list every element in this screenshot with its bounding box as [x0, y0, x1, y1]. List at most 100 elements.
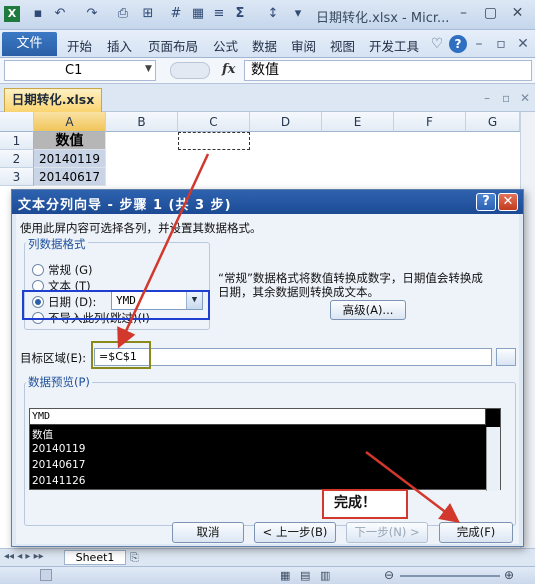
close-icon[interactable]: ✕ [504, 3, 531, 23]
select-all-corner[interactable] [0, 112, 34, 132]
window-minimize-icon[interactable]: – [484, 91, 490, 105]
number-icon[interactable]: # [168, 6, 184, 22]
destination-label: 目标区域(E): [20, 351, 87, 365]
zoom-slider[interactable] [400, 575, 500, 577]
column-header-e[interactable]: E [322, 112, 394, 132]
border-icon[interactable]: ⊞ [140, 6, 156, 22]
workbook-tab-strip: 日期转化.xlsx – ▫ ✕ [0, 84, 535, 112]
customize-icon[interactable]: ▾ [290, 6, 306, 22]
tab-developer[interactable]: 开发工具 [369, 36, 419, 55]
radio-general[interactable] [32, 264, 44, 276]
app-title: 日期转化.xlsx - Micr... [316, 11, 450, 26]
column-header-b[interactable]: B [106, 112, 178, 132]
ribbon-tabs: 文件 开始 插入 页面布局 公式 数据 审阅 视图 开发工具 ♡ ? – ▫ ✕ [0, 30, 535, 58]
column-header-d[interactable]: D [250, 112, 322, 132]
name-box[interactable]: C1 [4, 60, 156, 81]
column-header-a[interactable]: A [34, 112, 106, 132]
function-icon[interactable]: fx [222, 62, 235, 77]
page-layout-view-icon[interactable]: ▤ [300, 569, 310, 582]
preview-row: 20140119 [32, 443, 86, 455]
maximize-icon[interactable]: ▢ [477, 3, 504, 23]
preview-vertical-scrollbar[interactable] [486, 427, 500, 491]
row-header-2[interactable]: 2 [0, 150, 34, 168]
preview-row: 数值 [32, 429, 53, 441]
formula-input[interactable]: 数值 [244, 60, 532, 81]
text-to-columns-dialog: 文本分列向导 - 步骤 1 (共 3 步) ? ✕ 使用此屏内容可选择各列，并设… [11, 189, 524, 547]
cell-a3[interactable]: 20140617 [34, 168, 106, 186]
column-header-f[interactable]: F [394, 112, 466, 132]
insert-sheet-icon[interactable]: ⎘ [130, 551, 139, 565]
print-preview-icon[interactable]: ⎙ [115, 6, 131, 22]
ribbon-close-icon[interactable]: ✕ [514, 35, 532, 53]
tab-view[interactable]: 视图 [330, 36, 355, 55]
finish-button[interactable]: 完成(F) [439, 522, 513, 543]
preview-row: 20141126 [32, 475, 86, 487]
cell-a1[interactable]: 数值 [34, 132, 106, 150]
advanced-button[interactable]: 高级(A)... [330, 300, 406, 320]
macro-record-icon[interactable] [40, 569, 52, 581]
dialog-instruction: 使用此屏内容可选择各列，并设置其数据格式。 [20, 221, 262, 235]
tab-insert[interactable]: 插入 [107, 36, 132, 55]
chevron-down-icon[interactable]: ▼ [145, 64, 152, 74]
expand-formula-icon[interactable] [170, 62, 210, 79]
cancel-button[interactable]: 取消 [172, 522, 244, 543]
sum-icon[interactable]: Σ [232, 6, 248, 22]
sheet-nav-icon[interactable]: ◂◂ ◂ ▸ ▸▸ [4, 551, 44, 562]
zoom-in-icon[interactable]: ⊕ [504, 568, 514, 582]
preview-row: 20140617 [32, 459, 86, 471]
column-format-label: 列数据格式 [26, 236, 88, 252]
tab-page-layout[interactable]: 页面布局 [148, 36, 198, 55]
sheet-tab-sheet1[interactable]: Sheet1 [64, 550, 126, 565]
format-description-line2: 日期，其余数据则转换成文本。 [218, 285, 379, 299]
normal-view-icon[interactable]: ▦ [280, 569, 290, 582]
workbook-tab[interactable]: 日期转化.xlsx [4, 88, 102, 112]
grid-icon[interactable]: ▦ [190, 6, 206, 22]
tab-formulas[interactable]: 公式 [213, 36, 238, 55]
redo-icon[interactable]: ↷ [84, 6, 100, 22]
help-icon[interactable]: ? [449, 35, 467, 53]
row-header-3[interactable]: 3 [0, 168, 34, 186]
page-break-view-icon[interactable]: ▥ [320, 569, 330, 582]
undo-icon[interactable]: ↶ [52, 6, 68, 22]
ribbon-collapse-icon[interactable]: ♡ [428, 35, 446, 53]
tab-home[interactable]: 开始 [67, 36, 92, 55]
window-restore-icon[interactable]: ▫ [502, 91, 510, 105]
dialog-title-bar: 文本分列向导 - 步骤 1 (共 3 步) ? ✕ [12, 190, 523, 214]
formula-bar: C1 ▼ fx 数值 [0, 58, 535, 84]
done-callout: 完成！ [322, 489, 408, 519]
tab-review[interactable]: 审阅 [291, 36, 316, 55]
dialog-title: 文本分列向导 - 步骤 1 (共 3 步) [18, 198, 232, 213]
cell-c1[interactable] [178, 132, 250, 150]
tab-data[interactable]: 数据 [252, 36, 277, 55]
zoom-out-icon[interactable]: ⊖ [384, 568, 394, 582]
column-header-c[interactable]: C [178, 112, 250, 132]
excel-logo-icon[interactable]: X [4, 6, 20, 22]
row-header-1[interactable]: 1 [0, 132, 34, 150]
cell-a2[interactable]: 20140119 [34, 150, 106, 168]
radio-general-label[interactable]: 常规 (G) [48, 262, 93, 278]
column-header-g[interactable]: G [466, 112, 520, 132]
title-bar: X ▪ ↶ ↷ ⎙ ⊞ # ▦ ≡ Σ ↕ ▾ 日期转化.xlsx - Micr… [0, 0, 535, 30]
sort-icon[interactable]: ↕ [265, 6, 281, 22]
destination-highlight [91, 341, 151, 369]
window-close-icon[interactable]: ✕ [520, 91, 530, 105]
ribbon-minimize-icon[interactable]: – [470, 35, 488, 53]
back-button[interactable]: < 上一步(B) [254, 522, 336, 543]
minimize-icon[interactable]: – [450, 3, 477, 23]
file-tab[interactable]: 文件 [2, 32, 57, 56]
range-picker-icon[interactable] [496, 348, 516, 366]
save-icon[interactable]: ▪ [30, 6, 46, 22]
destination-input[interactable]: =$C$1 [94, 348, 492, 366]
dialog-help-button[interactable]: ? [476, 193, 496, 211]
status-bar: ▦ ▤ ▥ ⊖ ⊕ [0, 566, 535, 584]
ribbon-restore-icon[interactable]: ▫ [492, 35, 510, 53]
align-icon[interactable]: ≡ [211, 6, 227, 22]
next-button[interactable]: 下一步(N) > [346, 522, 428, 543]
preview-column-header[interactable]: YMD [30, 409, 486, 425]
data-preview[interactable]: YMD 数值 20140119 20140617 20141126 [29, 408, 501, 491]
dialog-close-button[interactable]: ✕ [498, 193, 518, 211]
dialog-body: 使用此屏内容可选择各列，并设置其数据格式。 列数据格式 常规 (G) 文本 (T… [16, 214, 519, 544]
sheet-tab-bar: ◂◂ ◂ ▸ ▸▸ Sheet1 ⎘ [0, 548, 535, 566]
date-option-highlight [22, 290, 210, 320]
data-preview-label: 数据预览(P) [26, 374, 92, 390]
